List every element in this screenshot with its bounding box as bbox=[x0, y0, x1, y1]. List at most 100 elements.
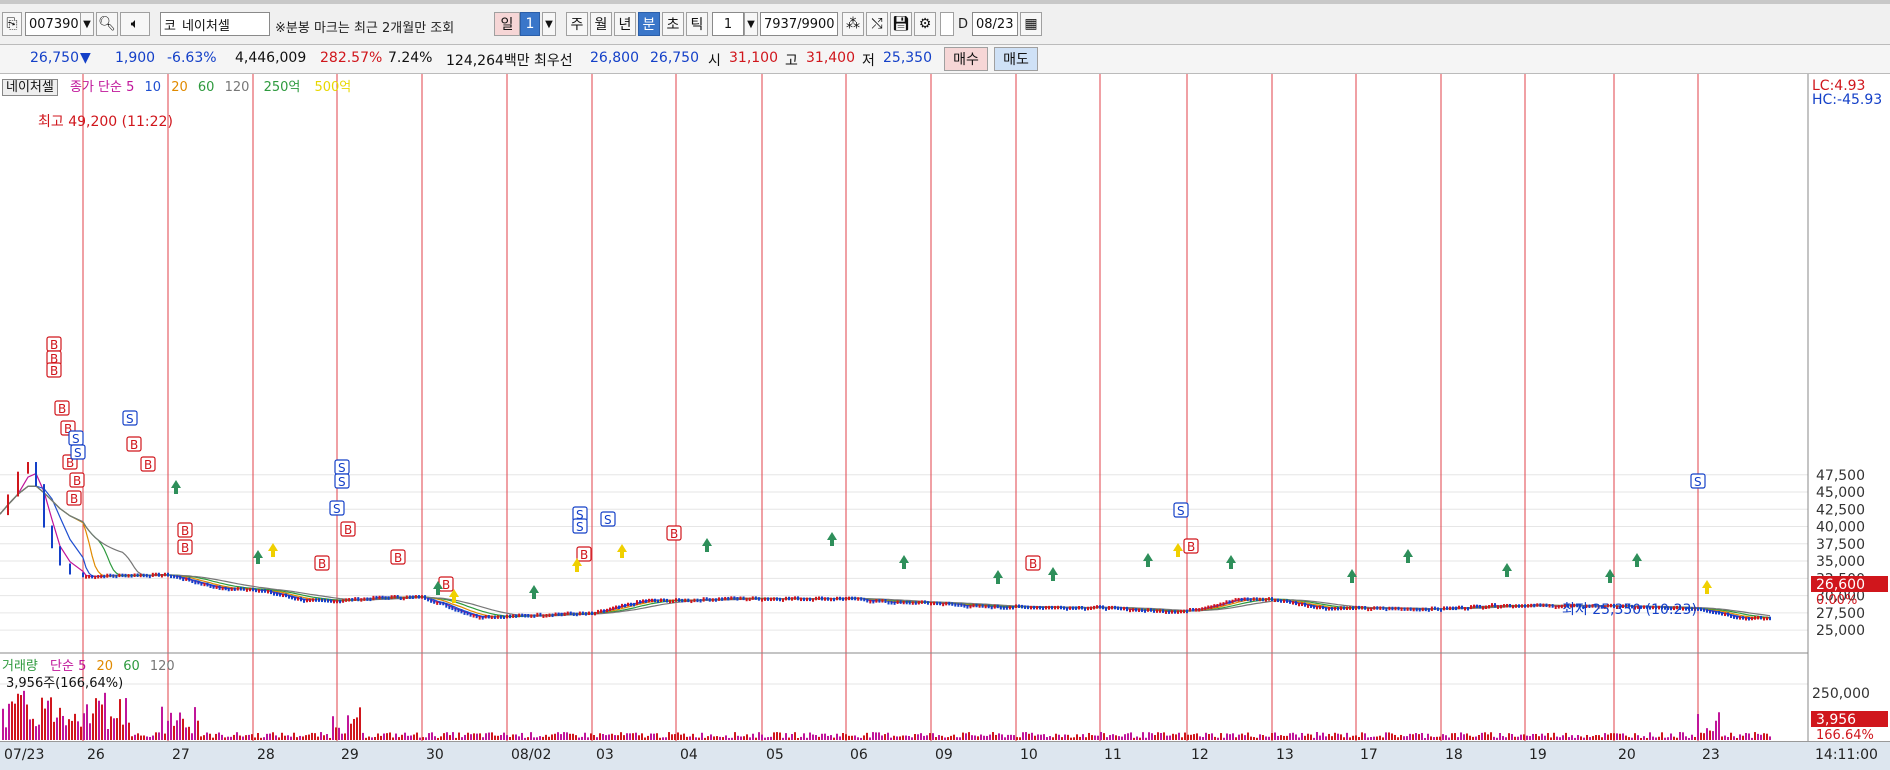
interval-input[interactable]: 1 bbox=[712, 12, 744, 36]
stock-code-input[interactable]: 007390 bbox=[25, 12, 81, 36]
interval-dropdown-icon[interactable]: ▼ bbox=[744, 12, 758, 36]
candle bbox=[267, 589, 269, 594]
period-year-button[interactable]: 년 bbox=[614, 12, 636, 36]
volume-bar bbox=[971, 735, 973, 740]
period-week-button[interactable]: 주 bbox=[566, 12, 588, 36]
volume-bar bbox=[755, 737, 757, 740]
draw-tool-icon[interactable]: ⤭ bbox=[866, 12, 888, 36]
volume-bar bbox=[35, 726, 37, 740]
candle bbox=[648, 598, 650, 603]
candle bbox=[245, 588, 248, 592]
save-icon[interactable]: 💾︎ bbox=[890, 12, 912, 36]
candle bbox=[542, 614, 545, 618]
candle bbox=[1002, 606, 1005, 610]
calendar-icon[interactable]: ▦ bbox=[1020, 12, 1042, 36]
volume-bar bbox=[1109, 735, 1111, 740]
code-dropdown-icon[interactable]: ▼ bbox=[80, 12, 94, 36]
volume-bar bbox=[236, 732, 238, 740]
volume-bar bbox=[779, 732, 781, 740]
volume-bar bbox=[1583, 737, 1585, 740]
day-count-input[interactable]: 1 bbox=[520, 12, 540, 36]
candle bbox=[642, 599, 644, 603]
volume-bar bbox=[1304, 735, 1306, 740]
candle bbox=[591, 611, 593, 616]
candle bbox=[1370, 607, 1373, 611]
candle bbox=[554, 612, 557, 617]
volume-bar bbox=[137, 733, 139, 740]
candle bbox=[527, 614, 530, 618]
candle bbox=[1084, 607, 1086, 611]
volume-bar bbox=[1040, 734, 1042, 740]
candle bbox=[191, 579, 194, 584]
candle bbox=[1307, 604, 1309, 608]
volume-bar bbox=[1115, 735, 1117, 740]
candle bbox=[920, 600, 923, 604]
volume-bar bbox=[173, 725, 175, 740]
period-day-button[interactable]: 일 bbox=[494, 12, 520, 36]
candle bbox=[818, 596, 820, 600]
candle bbox=[294, 596, 296, 601]
candle bbox=[754, 596, 757, 600]
volume-bar bbox=[1238, 734, 1240, 740]
volume-bar bbox=[350, 723, 352, 740]
current-price: 26,750 bbox=[30, 50, 79, 66]
chart-settings-icon[interactable]: ⎘ bbox=[2, 12, 22, 36]
stock-name-field[interactable]: 코 네이처셀 bbox=[160, 12, 270, 36]
candle bbox=[1024, 605, 1026, 609]
period-month-button[interactable]: 월 bbox=[590, 12, 612, 36]
volume-bar bbox=[218, 732, 220, 740]
candle bbox=[833, 597, 835, 602]
date-input[interactable]: 08/23 bbox=[972, 12, 1018, 36]
period-tick-button[interactable]: 틱 bbox=[686, 12, 708, 36]
candle bbox=[1545, 603, 1548, 608]
volume-bar bbox=[1568, 737, 1570, 740]
period-second-button[interactable]: 초 bbox=[662, 12, 684, 36]
legend-ma120: 120 bbox=[224, 80, 250, 95]
date-checkbox[interactable] bbox=[940, 12, 954, 36]
volume-bar bbox=[314, 733, 316, 740]
candle bbox=[1700, 607, 1702, 612]
data-count-input[interactable]: 7937/9900 bbox=[760, 12, 838, 36]
gear-icon[interactable]: ⚙ bbox=[914, 12, 936, 36]
volume-bar bbox=[572, 733, 574, 740]
volume-bar bbox=[86, 704, 88, 740]
candle bbox=[660, 598, 662, 602]
volume-bar bbox=[503, 732, 505, 740]
sell-marker: S bbox=[572, 518, 588, 534]
chart-toolbar: ⎘ 007390 ▼ 🔍︎ 🔈︎ 코 네이처셀 ※분봉 마크는 최근 2개월만 … bbox=[0, 4, 1890, 45]
volume-bar bbox=[974, 735, 976, 740]
candle bbox=[127, 574, 130, 578]
period-minute-button[interactable]: 분 bbox=[638, 12, 660, 36]
speaker-icon[interactable]: 🔈︎ bbox=[120, 12, 150, 36]
candle-settings-icon[interactable]: ⁂ bbox=[842, 12, 864, 36]
sell-button[interactable]: 매도 bbox=[994, 47, 1038, 71]
buy-marker: B bbox=[46, 336, 62, 352]
candle bbox=[1319, 605, 1321, 610]
candle bbox=[1551, 604, 1554, 608]
volume-bar bbox=[1763, 733, 1765, 740]
svg-text:B: B bbox=[318, 557, 326, 571]
day-count-dropdown-icon[interactable]: ▼ bbox=[542, 12, 556, 36]
volume-bar bbox=[344, 733, 346, 740]
volume-bar bbox=[1025, 732, 1027, 740]
volume-bar bbox=[1604, 733, 1606, 740]
buy-button[interactable]: 매수 bbox=[944, 47, 988, 71]
candle bbox=[1440, 608, 1442, 612]
legend-stock-name[interactable]: 네이처셀 bbox=[2, 79, 58, 96]
volume-bar bbox=[1295, 734, 1297, 740]
candle bbox=[1066, 607, 1068, 611]
price-chart[interactable]: BBBBBBBBBBBBBBBBBBBBSSSSSS SS SSS 47,50045… bbox=[0, 74, 1890, 741]
candle bbox=[960, 603, 963, 607]
volume-bar bbox=[530, 732, 532, 740]
search-icon[interactable]: 🔍︎ bbox=[96, 12, 118, 36]
volume-bar bbox=[965, 733, 967, 740]
volume-bar bbox=[155, 732, 157, 740]
volume-bar bbox=[50, 697, 52, 740]
candle bbox=[1111, 605, 1113, 610]
candle bbox=[1697, 607, 1699, 611]
candle bbox=[1201, 607, 1204, 611]
volume-bar bbox=[59, 707, 61, 740]
volume-bar bbox=[614, 735, 616, 740]
volume-bar bbox=[1163, 732, 1165, 740]
candle bbox=[1283, 599, 1285, 603]
